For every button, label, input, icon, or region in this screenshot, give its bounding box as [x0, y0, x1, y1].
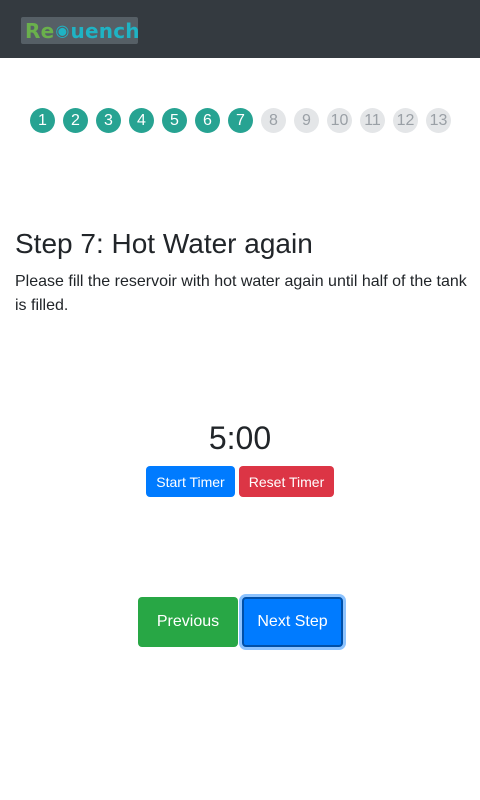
step-indicator-3[interactable]: 3	[96, 108, 121, 133]
timer-display: 5:00	[208, 420, 272, 456]
step-indicator-12[interactable]: 12	[393, 108, 418, 133]
step-indicator-10[interactable]: 10	[327, 108, 352, 133]
timer-controls: Start Timer Reset Timer	[146, 466, 334, 497]
step-indicator-13[interactable]: 13	[426, 108, 451, 133]
logo-text-uench: uench	[70, 18, 140, 43]
step-indicator-8[interactable]: 8	[261, 108, 286, 133]
reset-timer-button[interactable]: Reset Timer	[239, 466, 334, 497]
step-indicator-5[interactable]: 5	[162, 108, 187, 133]
start-timer-button[interactable]: Start Timer	[146, 466, 235, 497]
step-indicator-4[interactable]: 4	[129, 108, 154, 133]
logo-text-re: Re	[25, 18, 55, 43]
step-description: Please fill the reservoir with hot water…	[15, 273, 467, 314]
step-indicator-6[interactable]: 6	[195, 108, 220, 133]
step-indicator-7[interactable]: 7	[228, 108, 253, 133]
water-drop-icon: ◉	[55, 21, 70, 40]
step-indicator-9[interactable]: 9	[294, 108, 319, 133]
previous-button[interactable]: Previous	[138, 597, 238, 647]
step-indicator-2[interactable]: 2	[63, 108, 88, 133]
next-step-button[interactable]: Next Step	[242, 597, 343, 647]
step-navigation: Previous Next Step	[138, 597, 343, 647]
step-indicator-1[interactable]: 1	[30, 108, 55, 133]
navbar: Re ◉ uench	[0, 0, 480, 58]
step-progress: 1 2 3 4 5 6 7 8 9 10 11 12 13	[30, 108, 451, 133]
step-title: Step 7: Hot Water again	[15, 228, 313, 259]
step-indicator-11[interactable]: 11	[360, 108, 385, 133]
requench-logo[interactable]: Re ◉ uench	[21, 17, 140, 44]
